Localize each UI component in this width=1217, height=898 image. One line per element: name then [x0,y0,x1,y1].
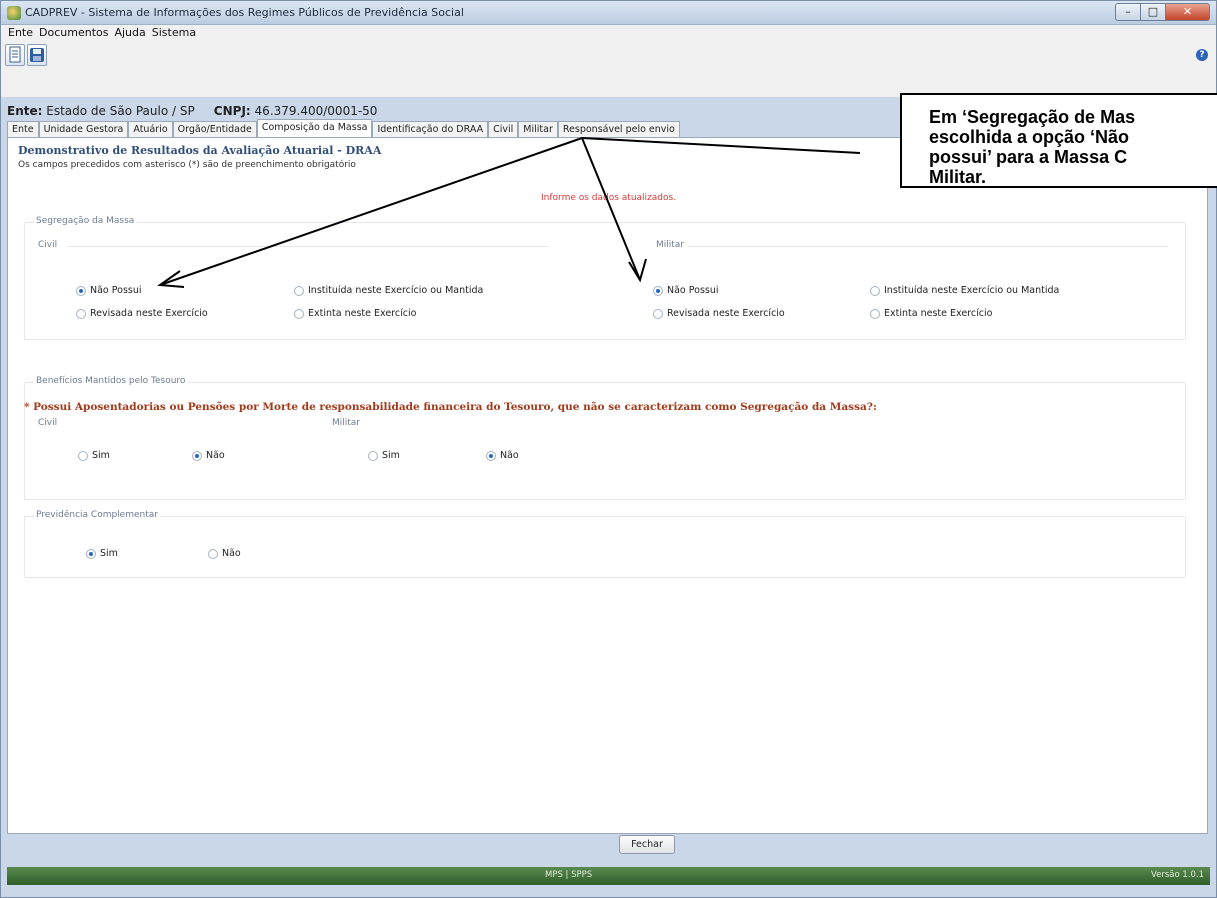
arrow-to-civil [159,137,583,286]
annotation-arrows [157,137,861,288]
arrow-head-civil [157,270,185,288]
arrow-to-militar [581,137,641,281]
arrow-connector-line [581,137,861,154]
arrow-head-militar [628,258,647,283]
